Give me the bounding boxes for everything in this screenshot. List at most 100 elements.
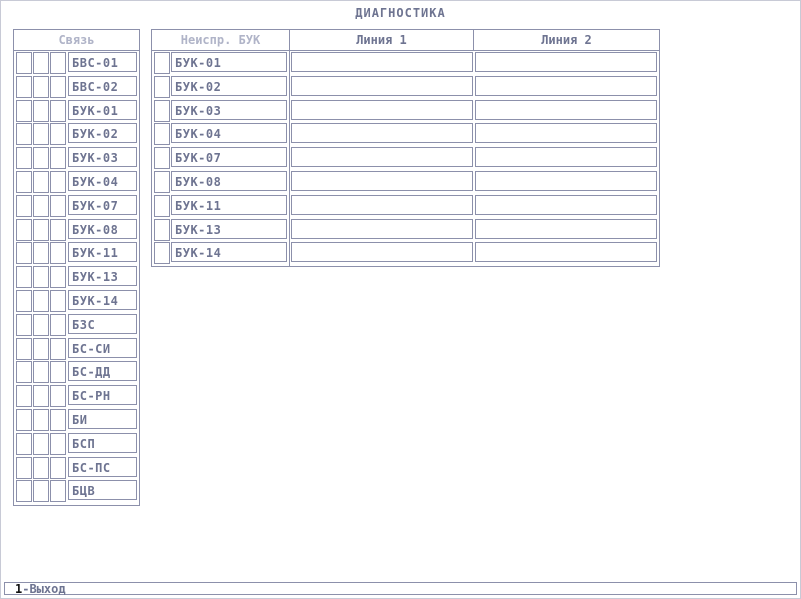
line1-status-cell	[291, 75, 473, 96]
buk-unit-label: БУК-01	[171, 52, 287, 72]
status-indicator-cell	[16, 337, 32, 360]
faulty-buk-row: БУК-02	[154, 75, 657, 98]
buk-unit-label: БУК-07	[171, 147, 287, 168]
status-indicator-cell	[50, 52, 66, 74]
status-indicator-cell	[16, 480, 32, 503]
status-indicator-cell	[50, 313, 66, 336]
line2-status-cell	[475, 147, 657, 168]
status-indicator-cell	[50, 385, 66, 408]
faulty-buk-row: БУК-01	[154, 52, 657, 74]
status-indicator-cell	[33, 456, 49, 479]
line1-status-cell	[291, 218, 473, 239]
buk-unit-label: БУК-04	[171, 123, 287, 144]
status-indicator-cell	[33, 313, 49, 336]
status-indicator-cell	[50, 409, 66, 431]
status-bar: 1-Выход	[4, 582, 797, 596]
faulty-buk-panel: Неиспр. БУК Линия 1 Линия 2 БУК-01 БУК-02…	[151, 29, 660, 267]
status-indicator-cell	[16, 266, 32, 289]
line1-status-cell	[291, 52, 473, 72]
status-indicator-cell	[16, 147, 32, 170]
status-indicator-cell	[33, 290, 49, 312]
fault-indicator-cell	[154, 75, 170, 98]
col-header-line1: Линия 1	[290, 30, 474, 51]
col-header-faulty-buk: Неиспр. БУК	[152, 30, 290, 51]
link-unit-label: БЦВ	[68, 480, 137, 501]
status-indicator-cell	[16, 218, 32, 241]
status-indicator-cell	[33, 242, 49, 265]
link-unit-label: БУК-03	[68, 147, 137, 168]
window-title: ДИАГНОСТИКА	[355, 6, 446, 20]
status-indicator-cell	[50, 456, 66, 479]
fault-indicator-cell	[154, 218, 170, 241]
status-indicator-cell	[33, 123, 49, 146]
link-unit-label: БВС-01	[68, 52, 137, 72]
link-unit-label: БСП	[68, 432, 137, 453]
status-indicator-cell	[33, 361, 49, 384]
status-indicator-cell	[33, 409, 49, 431]
faulty-buk-row: БУК-04	[154, 123, 657, 146]
status-indicator-cell	[50, 171, 66, 193]
link-unit-label: БУК-14	[68, 290, 137, 310]
status-indicator-cell	[50, 432, 66, 455]
link-unit-label: БЗС	[68, 313, 137, 334]
link-unit-label: БУК-08	[68, 218, 137, 239]
link-unit-label: БВС-02	[68, 75, 137, 96]
status-indicator-cell	[50, 290, 66, 312]
status-indicator-cell	[50, 266, 66, 289]
status-indicator-cell	[16, 456, 32, 479]
status-indicator-cell	[50, 361, 66, 384]
line1-status-cell	[291, 99, 473, 120]
line1-status-cell	[291, 194, 473, 215]
buk-unit-label: БУК-14	[171, 242, 287, 263]
status-indicator-cell	[50, 99, 66, 122]
status-indicator-cell	[50, 147, 66, 170]
line2-status-cell	[475, 242, 657, 263]
line1-status-cell	[291, 242, 473, 263]
fault-indicator-cell	[154, 99, 170, 122]
fault-indicator-cell	[154, 52, 170, 74]
status-indicator-cell	[16, 75, 32, 98]
buk-unit-label: БУК-03	[171, 99, 287, 120]
status-indicator-cell	[50, 123, 66, 146]
status-indicator-cell	[33, 194, 49, 217]
status-indicator-cell	[33, 99, 49, 122]
status-indicator-cell	[16, 242, 32, 265]
exit-action-label[interactable]: -Выход	[22, 582, 65, 596]
link-unit-label: БС-СИ	[68, 337, 137, 358]
line2-status-cell	[475, 75, 657, 96]
status-indicator-cell	[33, 171, 49, 193]
status-indicator-cell	[50, 218, 66, 241]
link-status-panel: Связь БВС-01 БВС-02 БУК-01 БУК-02 БУК-03 БУК-…	[13, 29, 140, 506]
status-indicator-cell	[16, 432, 32, 455]
faulty-buk-row: БУК-13	[154, 218, 657, 241]
status-indicator-cell	[16, 361, 32, 384]
status-indicator-cell	[33, 385, 49, 408]
link-unit-label: БУК-07	[68, 194, 137, 215]
link-panel-header: Связь	[14, 30, 139, 51]
status-indicator-cell	[16, 52, 32, 74]
status-indicator-cell	[50, 337, 66, 360]
fault-indicator-cell	[154, 147, 170, 170]
buk-unit-label: БУК-11	[171, 194, 287, 215]
faulty-buk-row: БУК-03	[154, 99, 657, 122]
buk-unit-label: БУК-02	[171, 75, 287, 96]
line1-status-cell	[291, 123, 473, 144]
col-header-line2: Линия 2	[474, 30, 659, 51]
status-indicator-cell	[16, 409, 32, 431]
faulty-buk-row: БУК-11	[154, 194, 657, 217]
status-indicator-cell	[16, 313, 32, 336]
status-indicator-cell	[50, 242, 66, 265]
status-indicator-cell	[16, 194, 32, 217]
status-indicator-cell	[33, 266, 49, 289]
faulty-buk-row: БУК-14	[154, 242, 657, 265]
status-indicator-cell	[16, 99, 32, 122]
line2-status-cell	[475, 194, 657, 215]
buk-unit-label: БУК-08	[171, 171, 287, 191]
status-indicator-cell	[33, 218, 49, 241]
link-unit-label: БУК-11	[68, 242, 137, 263]
status-indicator-cell	[50, 480, 66, 503]
line1-status-cell	[291, 171, 473, 191]
fault-indicator-cell	[154, 194, 170, 217]
link-unit-label: БУК-13	[68, 266, 137, 287]
faulty-buk-row: БУК-07	[154, 147, 657, 170]
